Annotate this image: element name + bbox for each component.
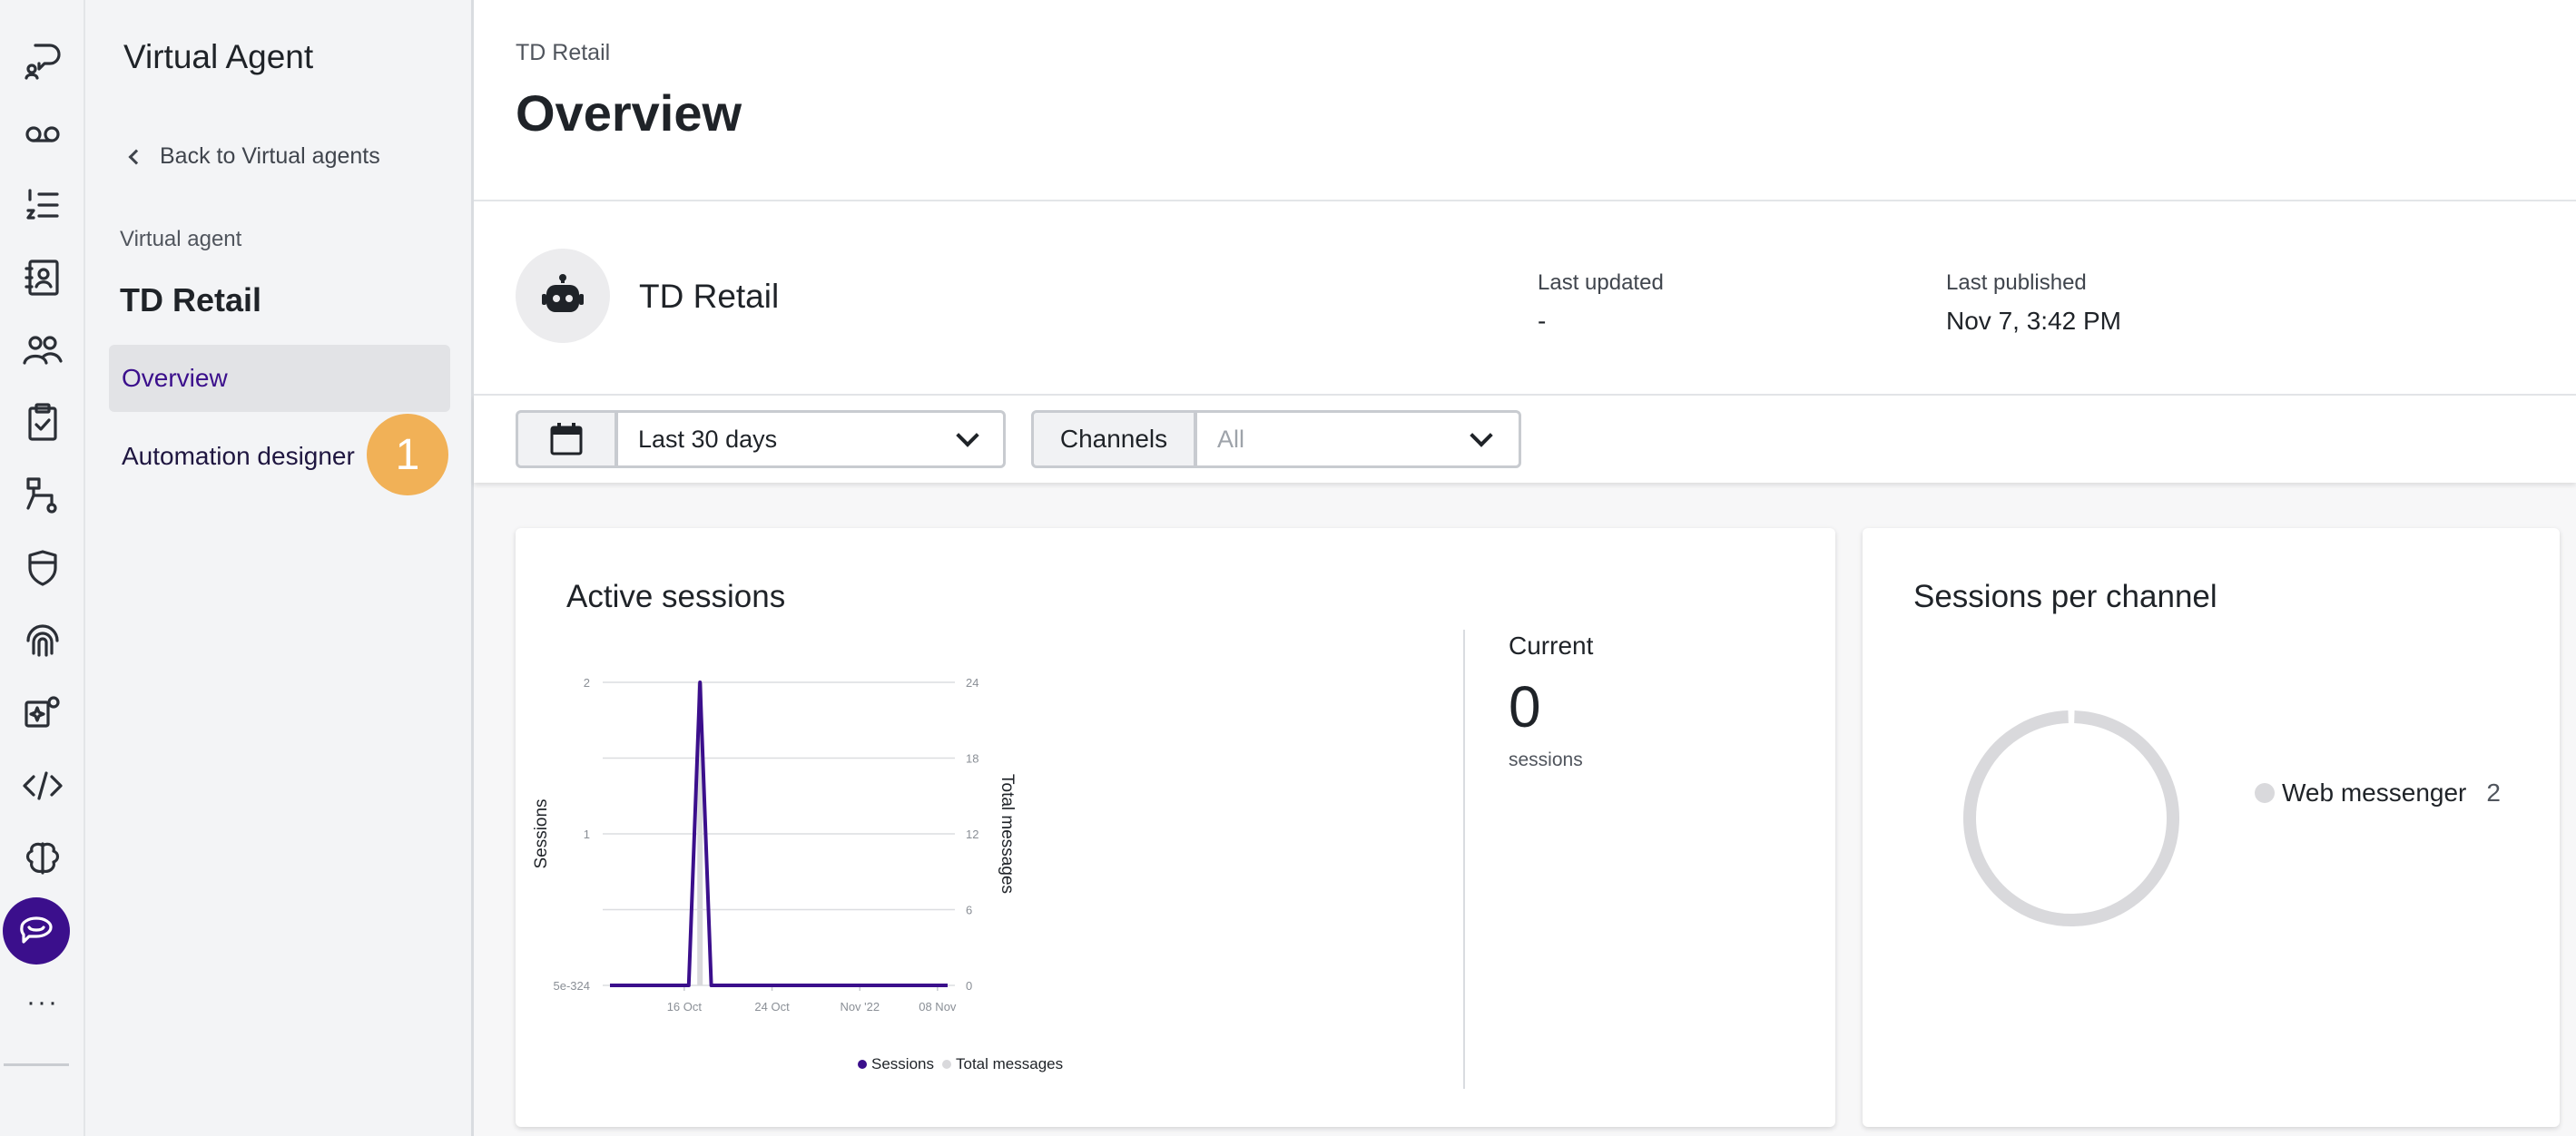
section-label: Virtual agent [120,227,241,252]
more-icon[interactable]: ··· [0,987,85,1018]
list-icon[interactable] [15,178,70,232]
sidebar-title: Virtual Agent [123,38,313,76]
y-axis-title: Sessions [532,798,551,868]
y-tick-label: 1 [584,828,590,841]
robot-icon [541,274,585,318]
code-icon[interactable] [15,759,70,813]
people-icon[interactable] [15,323,70,377]
ai-settings-icon[interactable] [15,686,70,740]
card-divider [1463,630,1465,1089]
legend-dot [2255,783,2275,803]
step-badge: 1 [367,414,448,495]
contact-book-icon[interactable] [15,250,70,305]
breadcrumb[interactable]: TD Retail [516,40,610,66]
x-tick-label: 24 Oct [754,1000,790,1014]
date-range-select[interactable]: Last 30 days [615,410,1006,468]
active-sessions-card: Active sessions 5e-324120612182416 Oct24… [516,528,1835,1127]
x-tick-label: Nov '22 [840,1000,880,1014]
y2-tick-label: 18 [966,752,978,766]
channel-legend-item: Web messenger 2 [2255,779,2501,808]
last-published-label: Last published [1946,270,2087,296]
agent-title: TD Retail [639,278,779,316]
y2-tick-label: 24 [966,676,978,690]
agent-summary: TD Retail Last updated - Last published … [474,201,2576,396]
calendar-icon [549,422,584,456]
chevron-down-icon [956,424,978,446]
page-header: TD Retail Overview [474,0,2576,201]
legend-sessions-dot [858,1060,867,1069]
agent-name: TD Retail [120,281,261,319]
date-range-value: Last 30 days [638,426,777,454]
active-sessions-chart: 5e-324120612182416 Oct24 OctNov '2208 No… [516,528,1460,1127]
icon-rail: ··· [0,0,85,1136]
page-title: Overview [516,83,742,142]
channels-select[interactable]: All [1195,410,1521,468]
last-updated-label: Last updated [1538,270,1664,296]
chevron-down-icon [1470,424,1492,446]
y2-axis-title: Total messages [998,774,1017,894]
sidebar-item-label: Overview [122,364,228,393]
legend-channel-name: Web messenger [2282,779,2466,808]
shield-icon[interactable] [15,541,70,595]
last-published-value: Nov 7, 3:42 PM [1946,307,2121,336]
y2-tick-label: 6 [966,904,972,917]
legend-sessions-label: Sessions [871,1055,934,1072]
back-to-virtual-agents-link[interactable]: Back to Virtual agents [131,143,380,170]
x-tick-label: 08 Nov [919,1000,957,1014]
channels-value: All [1217,426,1244,454]
current-label: Current [1509,632,1593,661]
legend-total-messages-label: Total messages [956,1055,1063,1072]
x-tick-label: 16 Oct [667,1000,703,1014]
y2-tick-label: 0 [966,979,972,993]
channels-label: Channels [1031,410,1196,468]
current-unit: sessions [1509,749,1583,771]
y-tick-label: 2 [584,676,590,690]
legend-total-messages-dot [942,1060,951,1069]
sidebar: Virtual Agent Back to Virtual agents Vir… [85,0,474,1136]
legend-channel-value: 2 [2486,779,2501,808]
rail-divider [4,1063,69,1066]
last-updated-value: - [1538,307,1546,336]
y-tick-label: 5e-324 [554,979,590,993]
date-picker-button[interactable] [516,410,617,468]
donut-slice-web-messenger [1970,717,2173,920]
current-value: 0 [1509,673,1541,740]
main-content: TD Retail Overview TD Retail Last update… [474,0,2576,1136]
sidebar-item-label: Automation designer [122,442,355,471]
brain-icon[interactable] [15,831,70,886]
clipboard-check-icon[interactable] [15,396,70,450]
sessions-per-channel-chart [1863,528,2244,1127]
avatar [516,249,610,343]
voicemail-icon[interactable] [15,105,70,160]
chevron-left-icon [129,149,144,164]
workflow-icon[interactable] [15,468,70,523]
filter-bar: Last 30 days Channels All [474,396,2576,483]
sidebar-item-overview[interactable]: Overview [109,345,450,412]
fingerprint-icon[interactable] [15,613,70,668]
sessions-per-channel-card: Sessions per channel Web messenger 2 [1863,528,2560,1127]
virtual-agent-icon[interactable] [3,897,70,965]
y2-tick-label: 12 [966,828,978,841]
conversation-icon[interactable] [15,33,70,87]
back-link-label: Back to Virtual agents [160,143,380,170]
